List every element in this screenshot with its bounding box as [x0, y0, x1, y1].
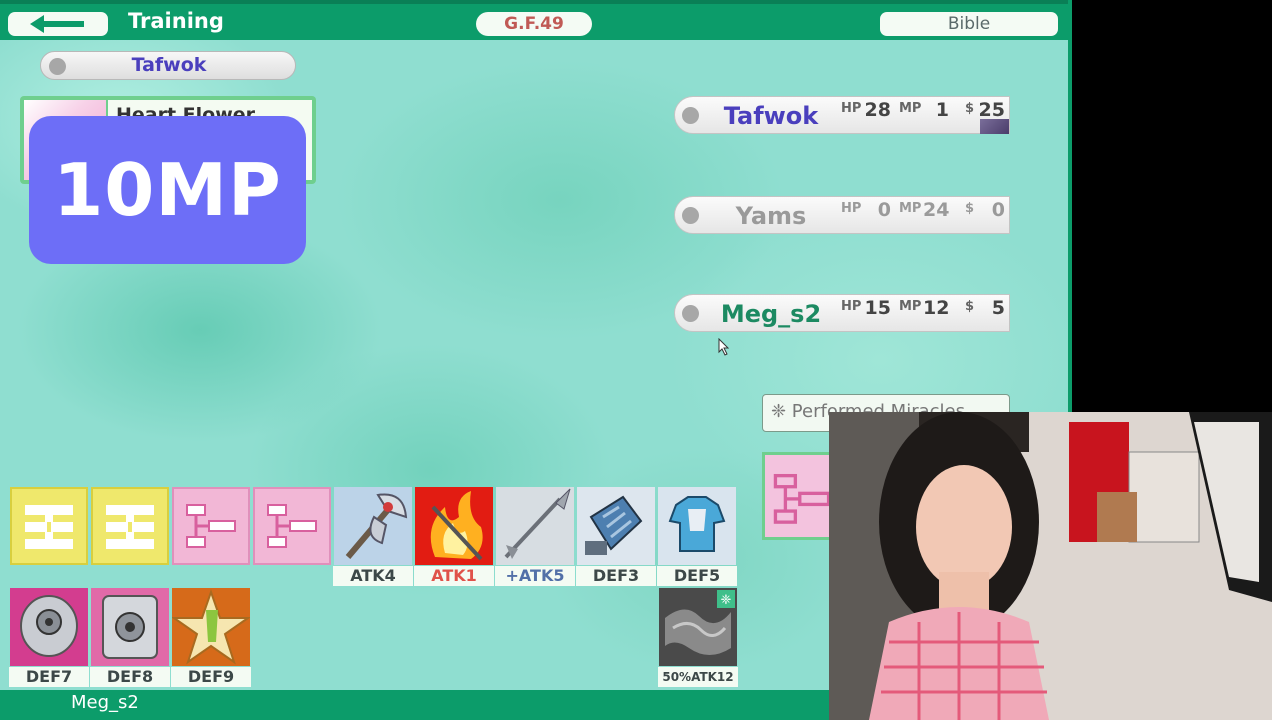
- card-label: DEF9: [171, 667, 251, 687]
- current-player-name: Tafwok: [131, 54, 207, 76]
- hp-value: 15: [864, 297, 891, 319]
- player-name: Yams: [735, 202, 807, 230]
- gf-counter: G.F.49: [476, 12, 592, 36]
- card-label: DEF5: [657, 566, 737, 586]
- money-label: $: [965, 299, 975, 314]
- mp-value: 12: [923, 297, 950, 319]
- player-stat-tafwok[interactable]: Tafwok HP 28 MP 1 $ 25: [674, 96, 1010, 134]
- money-label: $: [965, 201, 975, 216]
- hp-value: 28: [864, 99, 891, 121]
- money-value: 0: [991, 199, 1005, 221]
- magic-card[interactable]: [91, 487, 169, 565]
- yellow-rune-icon: [25, 505, 73, 549]
- mouse-cursor-icon: [718, 338, 730, 356]
- player-dot-icon: [682, 107, 699, 124]
- fire-sword-icon[interactable]: [415, 487, 493, 565]
- miracle-card[interactable]: [172, 487, 250, 565]
- mp-label: MP: [899, 101, 922, 116]
- money-value: 5: [991, 297, 1005, 319]
- mode-title: Training: [128, 9, 224, 33]
- left-arrow-icon: [30, 15, 84, 33]
- axe-icon[interactable]: [334, 487, 412, 565]
- bottom-player-name: Meg_s2: [71, 692, 139, 713]
- star-shield-icon[interactable]: [172, 588, 250, 666]
- mp-label: MP: [899, 201, 922, 216]
- player-stat-meg[interactable]: Meg_s2 HP 15 MP 12 $ 5: [674, 294, 1010, 332]
- money-card-thumb: [980, 119, 1009, 134]
- svg-text:❈: ❈: [721, 593, 732, 608]
- special-attack-icon[interactable]: ❈: [659, 588, 737, 666]
- spear-icon[interactable]: [496, 487, 574, 565]
- bible-button[interactable]: Bible: [880, 12, 1058, 36]
- player-name: Meg_s2: [720, 300, 822, 328]
- mp-cost-popup: 10MP: [29, 116, 306, 264]
- back-button[interactable]: [8, 12, 108, 36]
- card-label: ATK1: [414, 566, 494, 586]
- money-value: 25: [978, 99, 1005, 121]
- silver-shield-icon[interactable]: [10, 588, 88, 666]
- card-label: DEF8: [90, 667, 170, 687]
- card-label: DEF7: [9, 667, 89, 687]
- hp-label: HP: [841, 299, 862, 314]
- card-label: 50%ATK12: [658, 667, 738, 687]
- card-label: DEF3: [576, 566, 656, 586]
- webcam-overlay: [829, 412, 1272, 720]
- player-dot-icon: [682, 305, 699, 322]
- miracle-card[interactable]: [253, 487, 331, 565]
- miracle-card-icon: [773, 473, 831, 524]
- mp-label: MP: [899, 299, 922, 314]
- armor-icon[interactable]: [658, 487, 736, 565]
- vault-shield-icon[interactable]: [91, 588, 169, 666]
- streamer-webcam-image: [829, 412, 1272, 720]
- hp-label: HP: [841, 101, 862, 116]
- player-dot-icon: [682, 207, 699, 224]
- player-stat-yams[interactable]: Yams HP 0 MP 24 $ 0: [674, 196, 1010, 234]
- current-player-pill: Tafwok: [40, 51, 296, 80]
- pink-rune-icon: [186, 504, 236, 548]
- card-label: ATK4: [333, 566, 413, 586]
- pink-rune-icon: [267, 504, 317, 548]
- mp-value: 1: [935, 99, 949, 121]
- player-name: Tafwok: [723, 102, 819, 130]
- card-label: +ATK5: [495, 566, 575, 586]
- yellow-rune-icon: [106, 505, 154, 549]
- money-label: $: [965, 101, 975, 116]
- hp-label: HP: [841, 201, 862, 216]
- gauntlet-icon[interactable]: [577, 487, 655, 565]
- hp-value: 0: [877, 199, 891, 221]
- mp-cost-text: 10MP: [53, 148, 282, 232]
- top-bar: Training G.F.49 Bible: [0, 0, 1072, 40]
- magic-card[interactable]: [10, 487, 88, 565]
- mp-value: 24: [923, 199, 950, 221]
